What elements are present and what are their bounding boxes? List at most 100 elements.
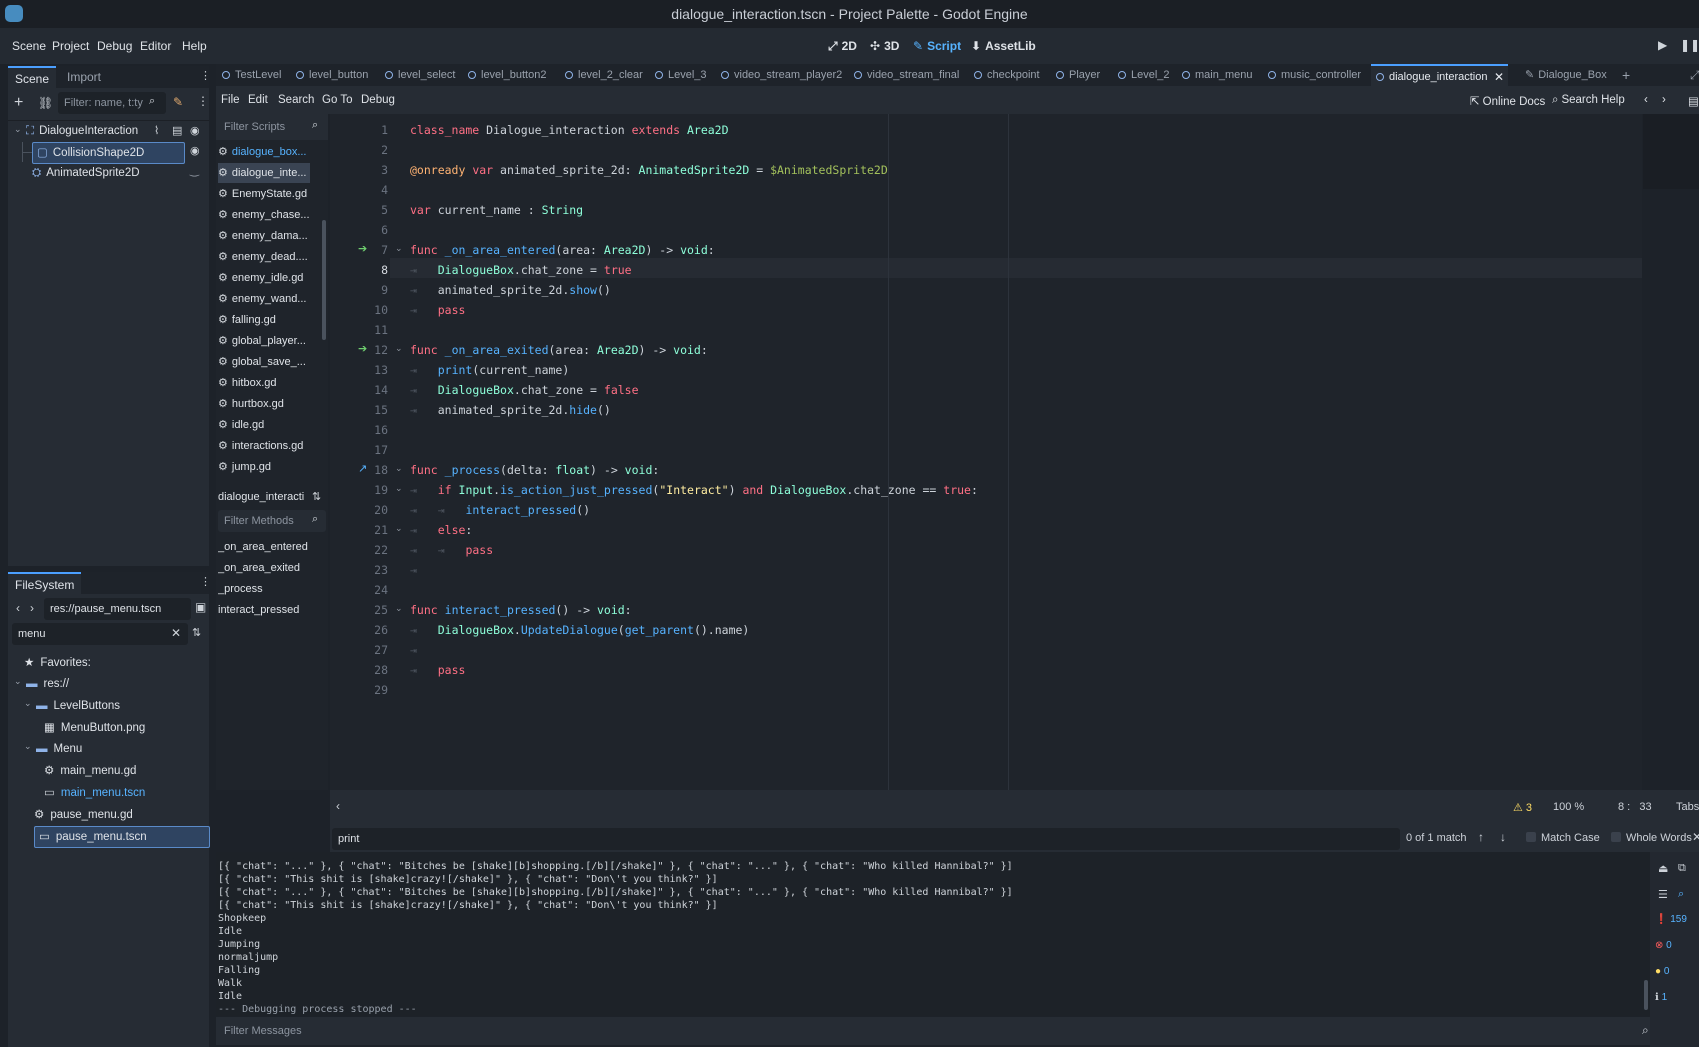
script-item[interactable]: ⚙ idle.gd bbox=[218, 415, 310, 435]
script-menu-file[interactable]: File bbox=[221, 94, 240, 106]
method-item[interactable]: _on_area_entered bbox=[218, 537, 310, 557]
tab-level-button[interactable]: level_button bbox=[296, 64, 368, 86]
fold-icon[interactable]: ⌄ bbox=[395, 523, 403, 534]
warnings-counter[interactable]: ⚠ 3 bbox=[1513, 801, 1532, 814]
script-item[interactable]: ⚙ enemy_dama... bbox=[218, 226, 310, 246]
file-main-menu-gd[interactable]: ⚙ main_menu.gd bbox=[44, 761, 136, 781]
messages-filter-button[interactable]: ❗ 159 bbox=[1655, 914, 1687, 925]
tab-level-2-clear[interactable]: level_2_clear bbox=[565, 64, 643, 86]
close-tab-icon[interactable]: ✕ bbox=[1494, 66, 1504, 88]
script-item[interactable]: ⚙ jump.gd bbox=[218, 457, 310, 477]
script-menu-edit[interactable]: Edit bbox=[248, 94, 268, 106]
warnings-filter-button[interactable]: ● 0 bbox=[1655, 966, 1669, 977]
menu-project[interactable]: Project bbox=[52, 39, 89, 53]
clear-output-icon[interactable]: ⏏ bbox=[1658, 862, 1668, 875]
path-field[interactable]: res://pause_menu.tscn bbox=[44, 598, 191, 620]
distraction-free-icon[interactable]: ⤢ bbox=[1690, 64, 1699, 86]
script-icon[interactable]: ▤ bbox=[172, 124, 182, 137]
dock-menu-icon[interactable]: ⋮ bbox=[200, 575, 211, 588]
signal-connection-icon[interactable]: ➔ bbox=[358, 242, 367, 255]
script-item[interactable]: ⚙ global_player... bbox=[218, 331, 310, 351]
menu-folder[interactable]: ▬ Menu bbox=[36, 739, 82, 759]
whole-words-checkbox[interactable] bbox=[1611, 832, 1621, 842]
favorites-item[interactable]: ★ Favorites: bbox=[24, 653, 91, 673]
zoom-level[interactable]: 100 % bbox=[1553, 801, 1584, 813]
tab-level-button2[interactable]: level_button2 bbox=[468, 64, 546, 86]
menu-scene[interactable]: Scene bbox=[12, 39, 46, 53]
collapse-icon[interactable]: ⌄ bbox=[24, 698, 32, 709]
signal-connection-icon[interactable]: ➔ bbox=[358, 342, 367, 355]
script-item[interactable]: ⚙ enemy_idle.gd bbox=[218, 268, 310, 288]
file-search-input[interactable]: menu bbox=[12, 623, 188, 645]
workspace-3d-button[interactable]: ✣ 3D bbox=[870, 39, 899, 53]
menu-editor[interactable]: Editor bbox=[140, 39, 171, 53]
method-item[interactable]: _on_area_exited bbox=[218, 558, 310, 578]
script-menu-debug[interactable]: Debug bbox=[361, 94, 395, 106]
res-folder[interactable]: ▬ res:// bbox=[26, 674, 69, 694]
history-forward-icon[interactable]: › bbox=[1662, 94, 1666, 106]
tab-import[interactable]: Import bbox=[60, 66, 108, 88]
tree-node-collisionshape2d[interactable]: ▢ CollisionShape2D bbox=[32, 142, 185, 164]
tab-dialogue-interaction[interactable]: dialogue_interaction ✕ bbox=[1371, 64, 1508, 88]
close-find-icon[interactable]: ✕ bbox=[1692, 830, 1699, 844]
visibility-icon[interactable]: ◉ bbox=[190, 144, 200, 157]
search-help-button[interactable]: ⌕ Search Help bbox=[1552, 94, 1625, 107]
tab-level-select[interactable]: level_select bbox=[385, 64, 455, 86]
file-pause-menu-tscn[interactable]: ▭ pause_menu.tscn bbox=[34, 826, 210, 848]
search-toggle-icon[interactable]: ⌕ bbox=[1678, 888, 1684, 901]
link-icon[interactable]: ⛓ bbox=[38, 96, 53, 110]
script-menu-search[interactable]: Search bbox=[278, 94, 314, 106]
override-icon[interactable]: ↗ bbox=[358, 462, 367, 475]
file-menubutton-png[interactable]: ▦ MenuButton.png bbox=[44, 718, 145, 738]
match-case-checkbox[interactable] bbox=[1526, 832, 1536, 842]
menu-help[interactable]: Help bbox=[182, 39, 207, 53]
minimap[interactable] bbox=[1643, 114, 1699, 189]
forward-icon[interactable]: › bbox=[30, 601, 34, 615]
collapse-icon[interactable]: ⌄ bbox=[14, 124, 22, 135]
workspace-assetlib-button[interactable]: ⬇ AssetLib bbox=[971, 39, 1036, 53]
script-item[interactable]: ⚙ enemy_dead.... bbox=[218, 247, 310, 267]
filter-messages-input[interactable]: Filter Messages bbox=[218, 1020, 1646, 1042]
method-item[interactable]: _process bbox=[218, 579, 310, 599]
filter-scripts-input[interactable]: Filter Scripts bbox=[218, 116, 326, 138]
clear-icon[interactable]: ✕ bbox=[171, 626, 181, 640]
script-item[interactable]: ⚙ hurtbox.gd bbox=[218, 394, 310, 414]
script-item[interactable]: ⚙ interactions.gd bbox=[218, 436, 310, 456]
tab-dialogue-box[interactable]: ✎ Dialogue_Box bbox=[1525, 64, 1607, 86]
tab-music-controller[interactable]: music_controller bbox=[1268, 64, 1361, 86]
indent-mode[interactable]: Tabs bbox=[1676, 801, 1699, 813]
window-icon[interactable]: ▤ bbox=[1688, 94, 1699, 108]
tab-video-stream-final[interactable]: video_stream_final bbox=[854, 64, 959, 86]
scripts-scrollbar[interactable] bbox=[322, 220, 326, 340]
script-item[interactable]: ⚙ EnemyState.gd bbox=[218, 184, 310, 204]
copy-output-icon[interactable]: ⧉ bbox=[1678, 862, 1686, 875]
split-view-icon[interactable]: ▣ bbox=[195, 600, 206, 614]
tab-video-stream-player2[interactable]: video_stream_player2 bbox=[721, 64, 842, 86]
tab-filesystem[interactable]: FileSystem bbox=[8, 572, 82, 596]
collapse-icon[interactable]: ⌄ bbox=[24, 741, 32, 752]
tab-scene[interactable]: Scene bbox=[8, 66, 57, 90]
levelbuttons-folder[interactable]: ▬ LevelButtons bbox=[36, 696, 120, 716]
script-item[interactable]: ⚙ falling.gd bbox=[218, 310, 310, 330]
workspace-2d-button[interactable]: ⤢ 2D bbox=[828, 39, 857, 54]
visibility-icon[interactable]: ◉ bbox=[190, 124, 200, 137]
tab-checkpoint[interactable]: checkpoint bbox=[974, 64, 1040, 86]
script-item[interactable]: ⚙ global_save_... bbox=[218, 352, 310, 372]
file-main-menu-tscn[interactable]: ▭ main_menu.tscn bbox=[44, 783, 145, 803]
fold-icon[interactable]: ⌄ bbox=[395, 603, 403, 614]
script-item[interactable]: ⚙ enemy_wand... bbox=[218, 289, 310, 309]
online-docs-button[interactable]: ⇱ Online Docs bbox=[1470, 94, 1545, 108]
sort-icon[interactable]: ⇅ bbox=[312, 490, 321, 503]
dock-menu-icon[interactable]: ⋮ bbox=[200, 69, 211, 82]
script-item[interactable]: ⚙ dialogue_box... bbox=[218, 142, 310, 162]
script-attach-icon[interactable]: ✎ bbox=[173, 95, 183, 109]
tab-level-3[interactable]: Level_3 bbox=[655, 64, 707, 86]
toggle-scripts-panel-icon[interactable]: ‹ bbox=[336, 799, 340, 813]
filter-methods-input[interactable]: Filter Methods bbox=[218, 510, 326, 532]
tab-main-menu[interactable]: main_menu bbox=[1182, 64, 1252, 86]
errors-filter-button[interactable]: ⊗ 0 bbox=[1655, 940, 1672, 951]
info-filter-button[interactable]: ℹ 1 bbox=[1655, 992, 1667, 1003]
tree-node-animatedsprite2d[interactable]: ⛭ AnimatedSprite2D bbox=[32, 163, 192, 183]
method-item[interactable]: interact_pressed bbox=[218, 600, 310, 620]
add-tab-icon[interactable]: + bbox=[1622, 64, 1630, 86]
